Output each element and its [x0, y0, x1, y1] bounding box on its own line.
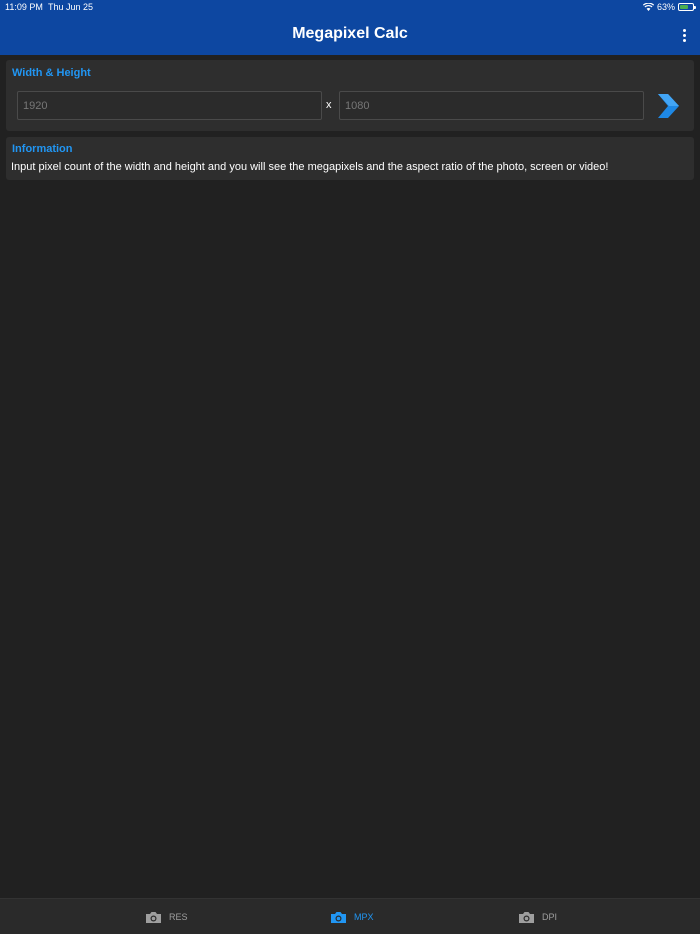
information-text: Input pixel count of the width and heigh…: [11, 161, 609, 173]
status-right: 63%: [642, 2, 696, 12]
status-bar: 11:09 PM Thu Jun 25 63%: [0, 0, 700, 14]
battery-fill: [680, 5, 688, 9]
tab-mpx[interactable]: MPX: [330, 899, 374, 934]
bottom-tab-bar: RES MPX DPI: [0, 898, 700, 934]
more-vertical-icon[interactable]: [676, 26, 692, 44]
tab-dpi-label: DPI: [542, 912, 558, 922]
information-card: Information Input pixel count of the wid…: [6, 137, 694, 180]
dimension-separator: x: [326, 99, 332, 111]
battery-icon: [678, 3, 696, 11]
width-input[interactable]: [17, 91, 322, 120]
camera-icon: [331, 911, 346, 923]
information-title: Information: [12, 143, 73, 155]
camera-icon: [519, 911, 534, 923]
app-title: Megapixel Calc: [292, 25, 408, 42]
tab-mpx-label: MPX: [354, 912, 374, 922]
tab-res[interactable]: RES: [145, 899, 188, 934]
battery-percent: 63%: [656, 2, 675, 12]
chevron-right-icon[interactable]: [655, 93, 679, 119]
tab-res-label: RES: [169, 912, 188, 922]
height-input[interactable]: [339, 91, 644, 120]
wifi-icon: [642, 3, 654, 11]
app-bar: 11:09 PM Thu Jun 25 63% Megapixel Calc: [0, 0, 700, 55]
status-time: 11:09 PM: [5, 2, 43, 12]
status-date: Thu Jun 25: [48, 2, 94, 12]
camera-icon: [146, 911, 161, 923]
width-height-card: Width & Height x: [6, 60, 694, 131]
width-height-title: Width & Height: [12, 67, 91, 79]
tab-dpi[interactable]: DPI: [518, 899, 557, 934]
